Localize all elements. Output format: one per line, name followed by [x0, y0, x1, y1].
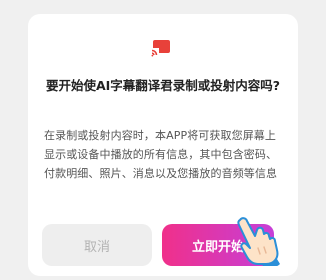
dialog-message: 在录制或投射内容时，本APP将可获取您屏幕上显示或设备中播放的所有信息，其中包含…: [44, 129, 278, 180]
dialog-title: 要开始使AI字幕翻译君录制或投射内容吗?: [45, 78, 281, 93]
cancel-button[interactable]: 取消: [42, 224, 152, 266]
tap-hand-icon: [226, 207, 280, 266]
cast-icon: [151, 40, 170, 57]
